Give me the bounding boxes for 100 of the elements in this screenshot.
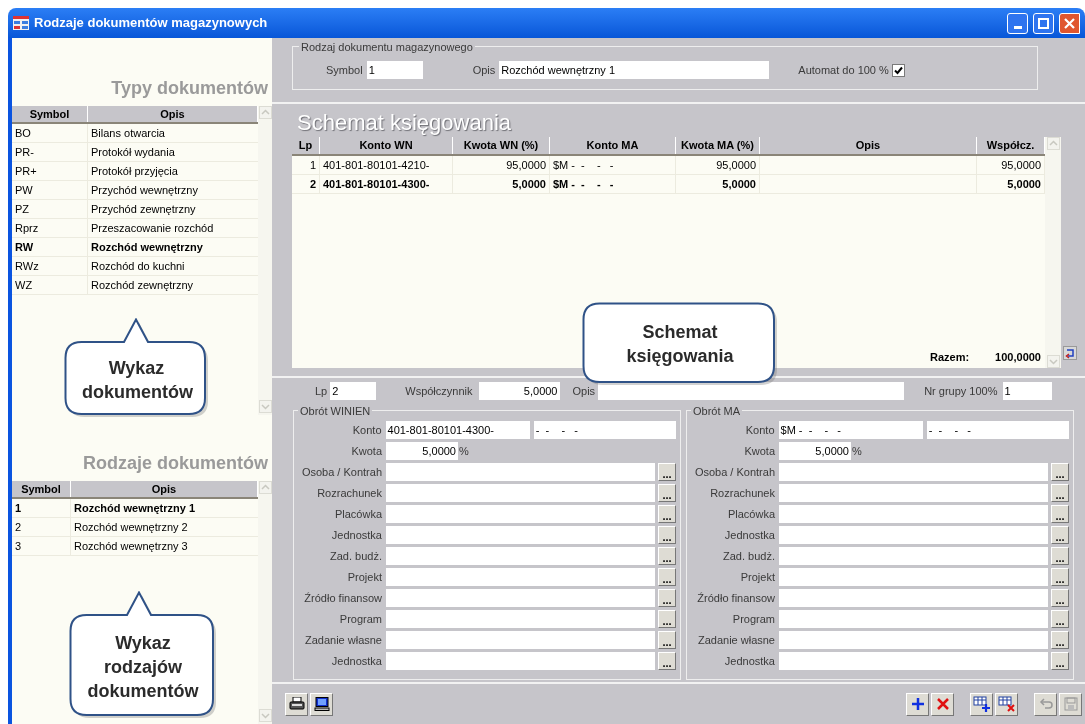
text-field[interactable] [779, 484, 1048, 502]
scroll-up-icon[interactable] [1046, 137, 1060, 150]
field-label: Jednostka [330, 527, 382, 543]
table-row[interactable]: WZ Rozchód zewnętrzny [12, 276, 258, 295]
close-button[interactable] [1059, 12, 1080, 34]
text-field[interactable] [779, 652, 1048, 670]
description-field[interactable] [598, 382, 905, 400]
account-field[interactable]: $M - - - - [778, 421, 923, 439]
amount-field[interactable]: 5,0000 [386, 442, 458, 460]
table-row[interactable]: Rprz Przeszacowanie rozchód [12, 219, 258, 238]
delete-button[interactable] [931, 692, 954, 716]
scroll-up-icon[interactable] [258, 481, 272, 494]
account-field[interactable]: 401-801-80101-4300- [385, 421, 530, 439]
table-row[interactable]: PR- Protokół wydania [12, 143, 258, 162]
text-field[interactable] [386, 589, 655, 607]
refresh-icon[interactable] [1062, 346, 1077, 360]
browse-button[interactable]: ... [1051, 526, 1069, 544]
text-field[interactable] [779, 463, 1048, 481]
save-button[interactable] [1059, 692, 1082, 716]
browse-button[interactable]: ... [658, 547, 676, 565]
column-header[interactable]: Lp [292, 137, 320, 154]
text-field[interactable] [779, 547, 1048, 565]
print-button[interactable] [285, 692, 308, 716]
floppy-icon [1063, 697, 1078, 711]
text-field[interactable] [386, 484, 655, 502]
text-field[interactable] [779, 631, 1048, 649]
table-row[interactable]: 3 Rozchód wewnętrzny 3 [12, 537, 258, 556]
field-label: Projekt [739, 569, 775, 585]
column-header[interactable]: Kwota WN (%) [453, 137, 550, 154]
text-field[interactable] [386, 547, 655, 565]
maximize-button[interactable] [1033, 12, 1054, 34]
table-row[interactable]: PZ Przychód zewnętrzny [12, 200, 258, 219]
minimize-icon [1013, 25, 1022, 29]
browse-button[interactable]: ... [658, 463, 676, 481]
text-field[interactable] [386, 505, 655, 523]
table-row[interactable]: BO Bilans otwarcia [12, 124, 258, 143]
browse-button[interactable]: ... [658, 610, 676, 628]
column-header[interactable]: Współcz. [977, 137, 1045, 154]
browse-button[interactable]: ... [1051, 484, 1069, 502]
table-row[interactable]: 2 401-801-80101-4300- 5,0000 $M - - - - 5,0000 5,0000 [292, 175, 1045, 194]
preview-button[interactable] [310, 692, 333, 716]
text-field[interactable] [386, 610, 655, 628]
field-label: Konto [351, 422, 382, 438]
table-row[interactable]: RWz Rozchód do kuchni [12, 257, 258, 276]
text-field[interactable] [386, 631, 655, 649]
table-row[interactable]: PW Przychód wewnętrzny [12, 181, 258, 200]
amount-field[interactable]: 5,0000 [779, 442, 851, 460]
browse-button[interactable]: ... [1051, 505, 1069, 523]
table-row[interactable]: RW Rozchód wewnętrzny [12, 238, 258, 257]
column-header[interactable]: Konto WN [320, 137, 453, 154]
text-field[interactable] [779, 589, 1048, 607]
minimize-button[interactable] [1007, 12, 1028, 34]
browse-button[interactable]: ... [658, 526, 676, 544]
browse-button[interactable]: ... [1051, 610, 1069, 628]
browse-button[interactable]: ... [1051, 547, 1069, 565]
scroll-down-icon[interactable] [258, 709, 272, 722]
browse-button[interactable]: ... [1051, 589, 1069, 607]
undo-button[interactable] [1034, 692, 1057, 716]
table-row[interactable]: 2 Rozchód wewnętrzny 2 [12, 518, 258, 537]
browse-button[interactable]: ... [658, 505, 676, 523]
column-header[interactable]: Symbol [12, 481, 71, 497]
text-field[interactable] [386, 568, 655, 586]
column-header[interactable]: Opis [88, 106, 258, 122]
group-field[interactable]: 1 [1002, 382, 1052, 400]
browse-button[interactable]: ... [1051, 463, 1069, 481]
browse-button[interactable]: ... [1051, 568, 1069, 586]
text-field[interactable] [386, 463, 655, 481]
column-header[interactable]: Konto MA [550, 137, 676, 154]
browse-button[interactable]: ... [1051, 631, 1069, 649]
column-header[interactable]: Kwota MA (%) [676, 137, 760, 154]
automat-checkbox[interactable] [891, 63, 905, 77]
text-field[interactable] [779, 526, 1048, 544]
browse-button[interactable]: ... [658, 589, 676, 607]
browse-button[interactable]: ... [1051, 652, 1069, 670]
text-field[interactable] [779, 610, 1048, 628]
browse-button[interactable]: ... [658, 652, 676, 670]
browse-button[interactable]: ... [658, 484, 676, 502]
table-row[interactable]: PR+ Protokół przyjęcia [12, 162, 258, 181]
browse-button[interactable]: ... [658, 568, 676, 586]
column-header[interactable]: Symbol [12, 106, 88, 122]
browse-button[interactable]: ... [658, 631, 676, 649]
scroll-up-icon[interactable] [258, 106, 272, 119]
coefficient-field[interactable]: 5,0000 [478, 382, 560, 400]
table-row[interactable]: 1 401-801-80101-4210- 95,0000 $M - - - - 95,0000 95,0000 [292, 156, 1045, 175]
text-field[interactable] [386, 526, 655, 544]
add-button[interactable] [906, 692, 929, 716]
delete-row-button[interactable] [995, 692, 1018, 716]
account-field[interactable]: - - - - [926, 421, 1069, 439]
add-row-button[interactable] [970, 692, 993, 716]
text-field[interactable] [386, 652, 655, 670]
text-field[interactable] [779, 568, 1048, 586]
account-field[interactable]: - - - - [533, 421, 676, 439]
description-field[interactable]: Rozchód wewnętrzny 1 [499, 61, 770, 79]
column-header[interactable]: Opis [71, 481, 258, 497]
column-header[interactable]: Opis [760, 137, 977, 154]
text-field[interactable] [779, 505, 1048, 523]
table-row[interactable]: 1 Rozchód wewnętrzny 1 [12, 499, 258, 518]
lp-field[interactable]: 2 [330, 382, 377, 400]
symbol-field[interactable]: 1 [366, 61, 423, 79]
scroll-down-icon[interactable] [258, 400, 272, 413]
